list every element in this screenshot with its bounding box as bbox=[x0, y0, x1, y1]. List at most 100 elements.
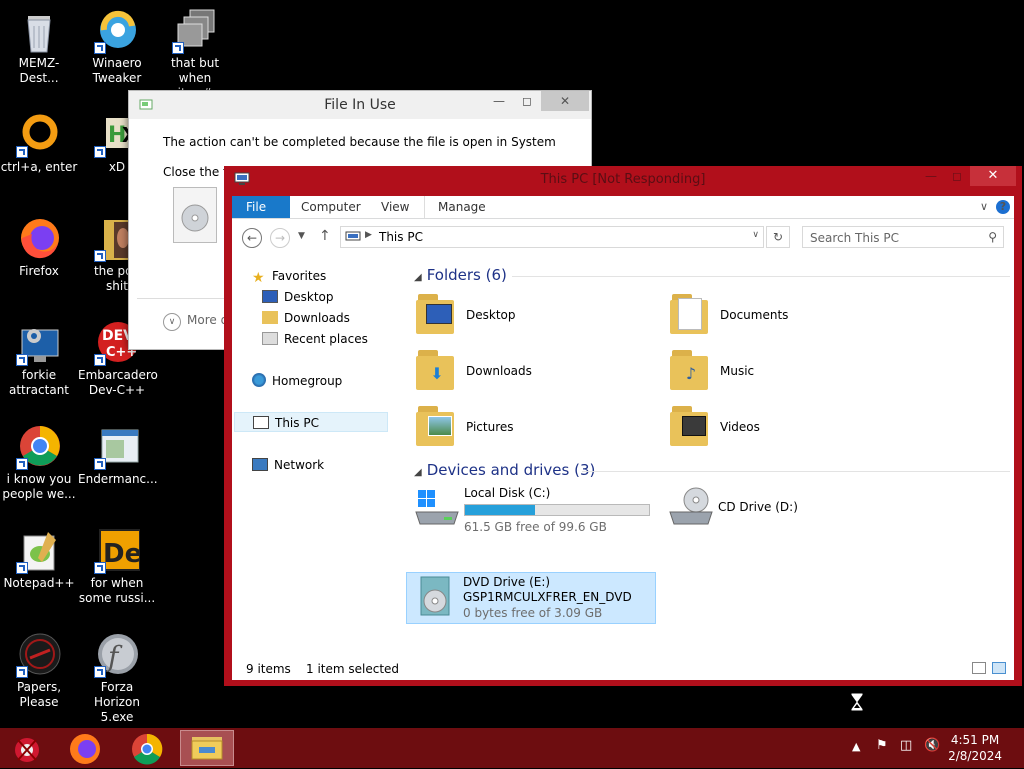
taskbar-chrome[interactable] bbox=[120, 730, 174, 766]
desktop-icon-memz[interactable]: MEMZ-Dest... bbox=[0, 8, 78, 86]
tab-manage[interactable]: Manage bbox=[424, 196, 499, 218]
network-icon bbox=[252, 458, 268, 471]
minimize-button[interactable]: — bbox=[918, 166, 944, 186]
folders-group-header[interactable]: ◢ Folders (6) bbox=[414, 266, 1010, 284]
search-box[interactable]: Search This PC ⚲ bbox=[802, 226, 1004, 248]
minimize-button[interactable]: — bbox=[485, 91, 513, 111]
desktop-icon-label: i know you people we... bbox=[2, 472, 76, 501]
help-icon[interactable]: ? bbox=[996, 200, 1010, 214]
up-button[interactable]: ↑ bbox=[319, 228, 331, 244]
desktop-icon-enderman[interactable]: Endermanc... bbox=[78, 424, 158, 487]
papers-please-icon bbox=[16, 632, 62, 678]
maximize-button[interactable]: ◻ bbox=[513, 91, 541, 111]
folder-desktop[interactable]: Desktop bbox=[400, 290, 640, 342]
search-icon[interactable]: ⚲ bbox=[988, 230, 997, 244]
stacked-windows-icon bbox=[172, 8, 218, 54]
tab-computer[interactable]: Computer bbox=[288, 196, 374, 218]
forward-button[interactable]: → bbox=[270, 228, 290, 248]
drive-local-disk-c[interactable]: Local Disk (C:) 61.5 GB free of 99.6 GB bbox=[408, 482, 656, 534]
hourglass-cursor-icon bbox=[850, 692, 864, 712]
maximize-button[interactable]: ◻ bbox=[944, 166, 970, 186]
desktop-icon bbox=[262, 290, 278, 303]
dialog-message: The action can't be completed because th… bbox=[163, 135, 556, 149]
folder-documents[interactable]: Documents bbox=[654, 290, 894, 342]
videos-folder-icon bbox=[670, 404, 708, 448]
tab-view[interactable]: View bbox=[368, 196, 422, 218]
nav-homegroup[interactable]: Homegroup bbox=[252, 371, 342, 391]
desktop-icon-firefox[interactable]: Firefox bbox=[0, 216, 78, 279]
group-title: Devices and drives (3) bbox=[426, 461, 596, 479]
firefox-icon bbox=[70, 734, 100, 764]
close-button[interactable]: ✕ bbox=[970, 166, 1016, 186]
content-pane: ◢ Folders (6) Desktop Documents ⬇ Downloa… bbox=[396, 258, 1014, 712]
shortcut-arrow-icon bbox=[16, 354, 28, 366]
explorer-window[interactable]: This PC [Not Responding] — ◻ ✕ File Comp… bbox=[224, 166, 1022, 712]
chevron-down-icon[interactable]: ∨ bbox=[752, 230, 759, 240]
star-icon: ★ bbox=[252, 270, 265, 286]
nav-downloads[interactable]: Downloads bbox=[262, 308, 350, 328]
shortcut-arrow-icon bbox=[94, 42, 106, 54]
desktop-icon-notepadpp[interactable]: Notepad++ bbox=[0, 528, 78, 591]
taskbar-file-explorer[interactable] bbox=[180, 730, 234, 766]
system-clock[interactable]: 4:51 PM 2/8/2024 bbox=[948, 732, 1002, 764]
search-placeholder[interactable]: Search This PC bbox=[810, 231, 899, 245]
nav-recent-places[interactable]: Recent places bbox=[262, 329, 368, 349]
desktop-icon-stacked[interactable]: that but when its c# bbox=[156, 8, 234, 101]
nav-favorites[interactable]: ★ Favorites bbox=[252, 266, 326, 286]
address-bar[interactable]: ▶ This PC ∨ bbox=[340, 226, 764, 248]
desktop-icon-label: Winaero Tweaker bbox=[92, 56, 142, 85]
navigation-pane: ★ Favorites Desktop Downloads Recent plac… bbox=[232, 258, 388, 658]
desktop-icon-forza[interactable]: f Forza Horizon 5.exe bbox=[78, 632, 156, 725]
desktop-icon-de[interactable]: De for when some russi... bbox=[78, 528, 156, 606]
folder-videos[interactable]: Videos bbox=[654, 402, 894, 454]
hard-drive-icon bbox=[414, 486, 460, 526]
tab-file[interactable]: File bbox=[232, 196, 290, 218]
desktop-icon-winaero[interactable]: Winaero Tweaker bbox=[78, 8, 156, 86]
taskbar: ▲ ⚑ ◫ 🔇 4:51 PM 2/8/2024 bbox=[0, 728, 1024, 768]
desktop-icon-label: Embarcadero Dev-C++ bbox=[78, 368, 158, 397]
status-bar: 9 items 1 item selected bbox=[232, 658, 1014, 680]
shortcut-arrow-icon bbox=[16, 666, 28, 678]
network-icon[interactable]: ◫ bbox=[900, 738, 912, 753]
action-center-flag-icon[interactable]: ⚑ bbox=[876, 738, 888, 753]
shortcut-arrow-icon bbox=[94, 354, 106, 366]
recent-locations-dropdown[interactable]: ▼ bbox=[298, 231, 305, 241]
details-view-icon[interactable] bbox=[972, 662, 986, 674]
folder-music[interactable]: ♪ Music bbox=[654, 346, 894, 398]
close-button[interactable]: ✕ bbox=[541, 91, 589, 111]
explorer-titlebar[interactable]: This PC [Not Responding] — ◻ ✕ bbox=[224, 166, 1022, 192]
show-hidden-icons-button[interactable]: ▲ bbox=[852, 740, 860, 753]
svg-text:De: De bbox=[103, 539, 140, 569]
desktop-icon-label: MEMZ-Dest... bbox=[18, 56, 60, 85]
drives-group-header[interactable]: ◢ Devices and drives (3) bbox=[414, 461, 1010, 479]
chevron-down-icon: ∨ bbox=[163, 313, 181, 331]
folder-name: Desktop bbox=[466, 308, 516, 322]
desktop-icon-forkie[interactable]: forkie attractant bbox=[0, 320, 78, 398]
nav-network[interactable]: Network bbox=[252, 455, 324, 475]
large-icons-view-icon[interactable] bbox=[992, 662, 1006, 674]
volume-muted-icon[interactable]: 🔇 bbox=[924, 738, 940, 753]
taskbar-firefox[interactable] bbox=[58, 730, 112, 766]
expand-ribbon-icon[interactable]: ∨ bbox=[980, 200, 988, 213]
desktop-icon-label: Forza Horizon 5.exe bbox=[94, 680, 140, 724]
more-details-toggle[interactable]: ∨ More d bbox=[163, 313, 228, 331]
folder-name: Pictures bbox=[466, 420, 514, 434]
refresh-button[interactable]: ↻ bbox=[766, 226, 790, 248]
nav-desktop[interactable]: Desktop bbox=[262, 287, 334, 307]
address-text[interactable]: This PC bbox=[379, 230, 423, 244]
breadcrumb-separator-icon[interactable]: ▶ bbox=[365, 230, 372, 240]
drive-cd-d[interactable]: CD Drive (D:) bbox=[662, 482, 862, 532]
start-button[interactable] bbox=[2, 730, 56, 766]
back-button[interactable]: ← bbox=[242, 228, 262, 248]
folder-downloads[interactable]: ⬇ Downloads bbox=[400, 346, 640, 398]
dialog-titlebar[interactable]: File In Use — ◻ ✕ bbox=[129, 91, 591, 119]
desktop-icon-chrome[interactable]: i know you people we... bbox=[0, 424, 78, 502]
nav-this-pc[interactable]: This PC bbox=[234, 412, 388, 432]
folder-pictures[interactable]: Pictures bbox=[400, 402, 640, 454]
cd-drive-icon bbox=[668, 486, 714, 526]
desktop-icon-ctrl-a[interactable]: ctrl+a, enter bbox=[0, 112, 78, 175]
shortcut-arrow-icon bbox=[94, 458, 106, 470]
desktop-icon-papers-please[interactable]: Papers, Please bbox=[0, 632, 78, 710]
address-row: ← → ▼ ↑ ▶ This PC ∨ ↻ Search This PC ⚲ bbox=[232, 223, 1014, 253]
drive-dvd-e[interactable]: DVD Drive (E:) GSP1RMCULXFRER_EN_DVD 0 b… bbox=[406, 572, 656, 624]
